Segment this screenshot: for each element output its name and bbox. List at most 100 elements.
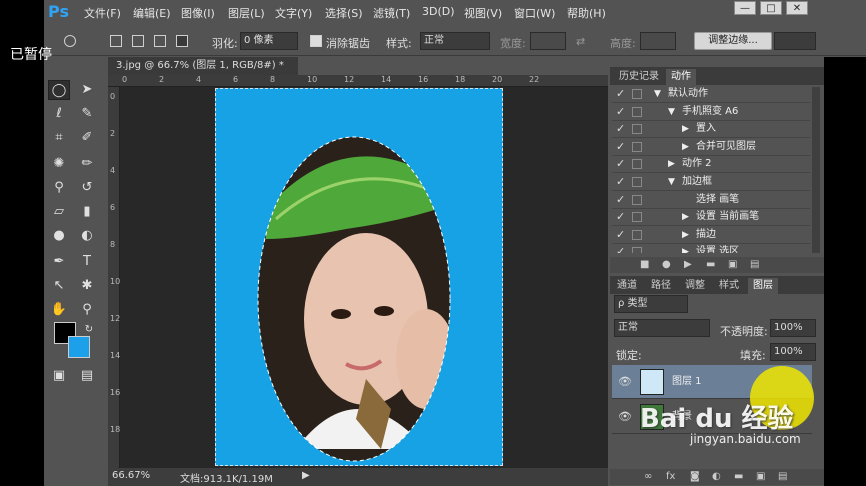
subtract-selection-icon[interactable] [154, 35, 166, 47]
pen-tool-icon[interactable]: ✒ [48, 252, 70, 272]
action-toggle-check-icon[interactable]: ✓ [616, 85, 625, 103]
record-icon[interactable]: ● [662, 259, 671, 270]
action-row[interactable]: ✓ ▼ 加边框 [612, 173, 810, 191]
menu-item[interactable]: 选择(S) [325, 5, 363, 21]
menu-item[interactable]: 帮助(H) [567, 5, 606, 21]
swap-icon[interactable]: ⇄ [576, 35, 585, 48]
action-toggle-check-icon[interactable]: ✓ [616, 138, 625, 156]
stop-icon[interactable]: ■ [640, 259, 649, 270]
expand-arrow-icon[interactable]: ▼ [668, 103, 675, 121]
gradient-tool-icon[interactable]: ▮ [76, 202, 98, 222]
hand-tool-icon[interactable]: ✋ [48, 300, 70, 320]
healing-tool-icon[interactable]: ✺ [48, 154, 70, 174]
layer-filter-select[interactable]: ρ 类型 [614, 295, 688, 313]
menu-item[interactable]: 文件(F) [84, 5, 121, 21]
new-layer-icon[interactable]: ▣ [756, 471, 765, 482]
new-selection-icon[interactable] [110, 35, 122, 47]
delete-layer-icon[interactable]: ▤ [778, 471, 787, 482]
dialog-toggle-box[interactable] [632, 194, 642, 205]
status-menu-arrow-icon[interactable]: ▶ [302, 470, 310, 481]
dodge-tool-icon[interactable]: ◐ [76, 226, 98, 246]
adjustment-layer-icon[interactable]: ◐ [712, 471, 721, 482]
crop-tool-icon[interactable]: ⌗ [48, 128, 70, 148]
action-toggle-check-icon[interactable]: ✓ [616, 120, 625, 138]
action-row[interactable]: ✓ ▼ 默认动作 [612, 85, 810, 103]
blend-mode-select[interactable]: 正常 [614, 319, 710, 337]
menu-item[interactable]: 文字(Y) [275, 5, 312, 21]
expand-arrow-icon[interactable]: ▶ [682, 226, 689, 244]
refine-edge-button[interactable]: 调整边缘... [694, 32, 772, 50]
dialog-toggle-box[interactable] [632, 159, 642, 170]
background-color-swatch[interactable] [68, 336, 90, 358]
fill-input[interactable]: 100% [770, 343, 816, 361]
new-action-icon[interactable]: ▣ [728, 259, 737, 270]
action-row[interactable]: ✓ ▶ 描边 [612, 226, 810, 244]
dialog-toggle-box[interactable] [632, 89, 642, 99]
delete-action-icon[interactable]: ▤ [750, 259, 759, 270]
dialog-toggle-box[interactable] [632, 247, 642, 253]
menu-item[interactable]: 滤镜(T) [373, 5, 410, 21]
visibility-eye-icon[interactable]: 👁 [618, 400, 632, 434]
document-image[interactable] [215, 88, 503, 466]
path-select-tool-icon[interactable]: ↖ [48, 276, 70, 296]
quick-select-tool-icon[interactable]: ✎ [76, 104, 98, 124]
expand-arrow-icon[interactable]: ▶ [682, 138, 689, 156]
dialog-toggle-box[interactable] [632, 124, 642, 135]
screen-mode-icon[interactable]: ▤ [76, 366, 98, 386]
tab-channels[interactable]: 通道 [612, 278, 642, 294]
tab-adjustments[interactable]: 调整 [680, 278, 710, 294]
dialog-toggle-box[interactable] [632, 212, 642, 223]
action-row[interactable]: ✓ ▶ 设置 当前画笔 [612, 208, 810, 227]
visibility-eye-icon[interactable]: 👁 [618, 365, 632, 399]
add-mask-icon[interactable]: ◙ [690, 471, 700, 482]
tab-paths[interactable]: 路径 [646, 278, 676, 294]
action-toggle-check-icon[interactable]: ✓ [616, 243, 625, 253]
width-input[interactable] [530, 32, 566, 50]
menu-item[interactable]: 视图(V) [464, 5, 502, 21]
action-row[interactable]: ✓ ▶ 合并可见图层 [612, 138, 810, 156]
blur-tool-icon[interactable]: ● [48, 226, 70, 246]
action-row[interactable]: ✓ ▼ 手机照变 A6 [612, 103, 810, 121]
close-button[interactable]: ✕ [786, 1, 808, 15]
expand-arrow-icon[interactable]: ▶ [668, 155, 675, 173]
maximize-button[interactable]: □ [760, 1, 782, 15]
type-tool-icon[interactable]: T [76, 252, 98, 272]
feather-input[interactable]: 0 像素 [240, 32, 298, 50]
expand-arrow-icon[interactable]: ▶ [682, 120, 689, 138]
menu-item[interactable]: 图像(I) [181, 5, 215, 21]
marquee-tool-icon[interactable]: ◯ [48, 80, 70, 100]
opacity-input[interactable]: 100% [770, 319, 816, 337]
action-row[interactable]: ✓ ▶ 设置 选区 [612, 243, 810, 253]
antialias-checkbox[interactable] [310, 35, 322, 47]
document-tab[interactable]: 3.jpg @ 66.7% (图层 1, RGB/8#) * [108, 57, 298, 75]
history-brush-tool-icon[interactable]: ↺ [76, 178, 98, 198]
action-row[interactable]: ✓ ▶ 置入 [612, 120, 810, 139]
dialog-toggle-box[interactable] [632, 229, 642, 240]
menu-item[interactable]: 3D(D) [422, 5, 455, 18]
action-row[interactable]: ✓ 选择 画笔 [612, 191, 810, 209]
zoom-tool-icon[interactable]: ⚲ [76, 300, 98, 320]
height-input[interactable] [640, 32, 676, 50]
expand-arrow-icon[interactable]: ▶ [682, 208, 689, 226]
tab-layers[interactable]: 图层 [748, 278, 778, 294]
new-group-icon[interactable]: ▬ [734, 471, 743, 482]
new-set-icon[interactable]: ▬ [706, 259, 715, 270]
stamp-tool-icon[interactable]: ⚲ [48, 178, 70, 198]
brush-tool-icon[interactable]: ✏ [76, 154, 98, 174]
action-toggle-check-icon[interactable]: ✓ [616, 155, 625, 173]
eraser-tool-icon[interactable]: ▱ [48, 202, 70, 222]
tab-actions[interactable]: 动作 [666, 69, 696, 85]
link-layers-icon[interactable]: ∞ [644, 471, 652, 482]
menu-item[interactable]: 窗口(W) [514, 5, 555, 21]
zoom-level[interactable]: 66.67% [112, 470, 150, 481]
menu-item[interactable]: 编辑(E) [133, 5, 171, 21]
tab-history[interactable]: 历史记录 [614, 69, 664, 85]
action-toggle-check-icon[interactable]: ✓ [616, 226, 625, 244]
dialog-toggle-box[interactable] [632, 177, 642, 187]
action-row[interactable]: ✓ ▶ 动作 2 [612, 155, 810, 174]
add-selection-icon[interactable] [132, 35, 144, 47]
expand-arrow-icon[interactable]: ▶ [682, 243, 689, 253]
eyedropper-tool-icon[interactable]: ✐ [76, 128, 98, 148]
fx-icon[interactable]: fx [666, 471, 675, 482]
workspace-select[interactable] [774, 32, 816, 50]
